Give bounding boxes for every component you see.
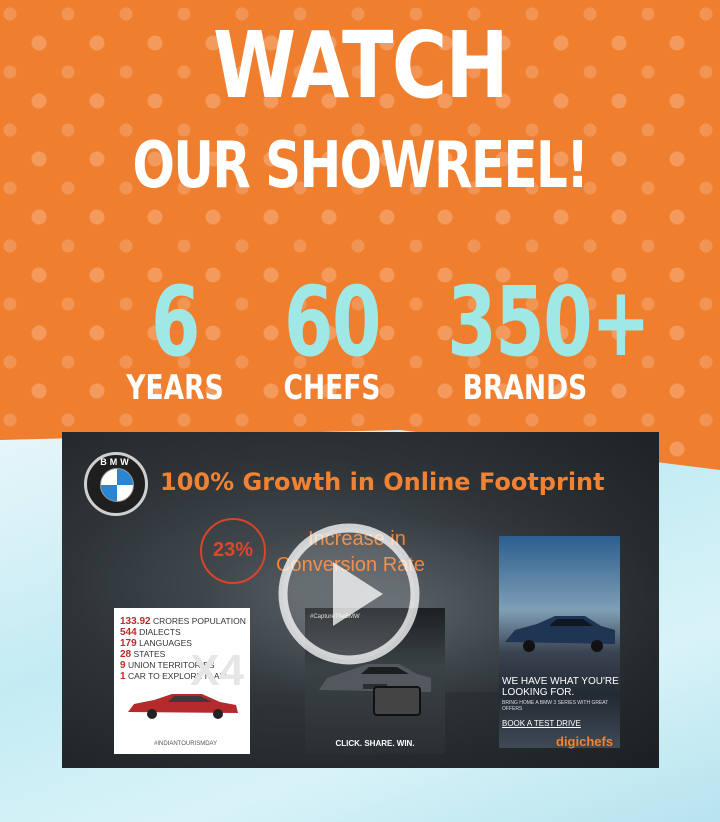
stat-label: YEARS: [126, 368, 224, 408]
video-headline: 100% Growth in Online Footprint: [160, 468, 605, 496]
stat-years: 6 YEARS: [110, 272, 240, 408]
stat-brands: 350+ BRANDS: [420, 266, 650, 408]
title-watch: WATCH: [212, 12, 509, 119]
title-our-showreel: OUR SHOWREEL!: [132, 129, 590, 203]
percent-circle: 23%: [200, 518, 266, 584]
hashtag-text: #INDIANTOURISMDAY: [154, 741, 218, 747]
stat-chefs: 60 CHEFS: [262, 272, 402, 408]
x4-facts-card: 133.92 CRORES POPULATION 544 DIALECTS 17…: [114, 608, 250, 754]
digichefs-logo: digichefs: [556, 734, 614, 749]
red-car-image: [128, 694, 238, 719]
showreel-video[interactable]: BMW 100% Growth in Online Footprint 23% …: [62, 432, 659, 768]
stat-label: BRANDS: [462, 368, 588, 408]
stat-label: CHEFS: [283, 368, 381, 408]
bmw-logo-text: BMW: [100, 457, 132, 467]
fact-item: 133.92 CRORES POPULATION: [120, 616, 246, 627]
bmw-roundel-icon: [100, 468, 134, 502]
fact-item: 544 DIALECTS: [120, 627, 181, 638]
book-test-drive-link: BOOK A TEST DRIVE: [502, 719, 581, 728]
card-subtext: BRING HOME A BMW 3 SERIES WITH GREAT OFF…: [502, 700, 609, 712]
phone-icon: [373, 686, 421, 716]
model-watermark: X4: [190, 646, 244, 695]
bmw-logo: BMW: [84, 452, 148, 516]
stat-value: 60: [284, 266, 381, 378]
card-headline: WE HAVE WHAT YOU'RE LOOKING FOR.: [502, 676, 619, 698]
percent-value: 23%: [212, 539, 254, 561]
play-icon[interactable]: [275, 520, 423, 668]
card-caption: CLICK. SHARE. WIN.: [335, 739, 415, 748]
stat-value: 6: [151, 266, 200, 378]
card-text: WE HAVE WHAT YOU'RE LOOKING FOR. BRING H…: [502, 676, 620, 728]
test-drive-card: WE HAVE WHAT YOU'RE LOOKING FOR. BRING H…: [499, 536, 620, 748]
stat-value: 350+: [447, 266, 650, 378]
blue-car-image: [505, 616, 615, 652]
